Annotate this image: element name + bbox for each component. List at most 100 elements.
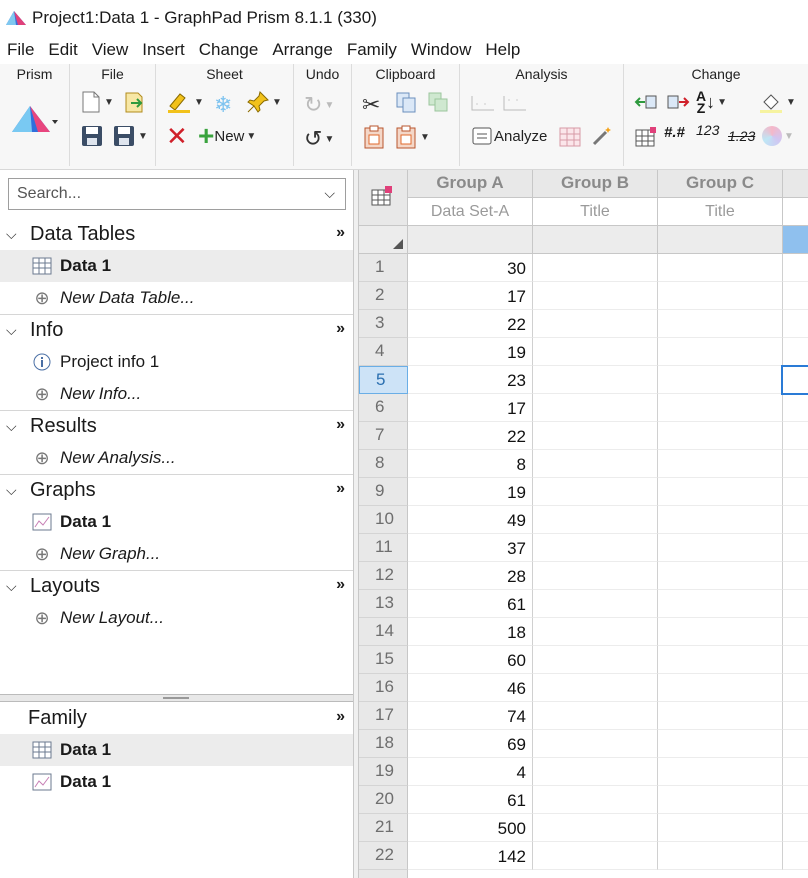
cell-group-c[interactable] — [658, 422, 783, 450]
search-input[interactable]: Search... ⌵ — [8, 178, 346, 210]
cell-group-b[interactable] — [533, 534, 658, 562]
cell-group-c[interactable] — [658, 730, 783, 758]
cell-empty-column[interactable] — [783, 338, 808, 366]
row-number[interactable]: 6 — [359, 394, 408, 422]
pin-button[interactable]: ▼ — [246, 90, 282, 114]
cell-empty-column[interactable] — [783, 506, 808, 534]
cell-group-b[interactable] — [533, 450, 658, 478]
menu-view[interactable]: View — [85, 38, 136, 64]
cell-group-c[interactable] — [658, 450, 783, 478]
chevron-down-icon[interactable]: ⌵ — [324, 185, 335, 202]
menu-arrange[interactable]: Arrange — [265, 38, 339, 64]
cell-group-a[interactable]: 18 — [408, 618, 533, 646]
cell-group-b[interactable] — [533, 786, 658, 814]
cell-empty-column[interactable] — [783, 422, 808, 450]
row-number[interactable]: 4 — [359, 338, 408, 366]
column-header-group-a[interactable]: Group A — [408, 170, 533, 198]
data-table-item[interactable]: Data 1 — [0, 250, 353, 282]
cell-group-a[interactable]: 30 — [408, 254, 533, 282]
cell-group-b[interactable] — [533, 422, 658, 450]
section-header[interactable]: ⌵ Layouts » — [0, 570, 353, 602]
cell-group-a[interactable]: 142 — [408, 842, 533, 870]
cell-group-b[interactable] — [533, 730, 658, 758]
cell-empty-column[interactable] — [783, 590, 808, 618]
cell-group-a[interactable]: 4 — [408, 758, 533, 786]
color-scheme-button[interactable]: ▼ — [762, 126, 794, 146]
sheet-corner[interactable] — [359, 170, 408, 226]
cell-group-a[interactable]: 8 — [408, 450, 533, 478]
cell-empty-column[interactable] — [783, 814, 808, 842]
row-number[interactable]: 19 — [359, 758, 408, 786]
collapse-arrow-icon[interactable]: ⌵ — [6, 322, 24, 339]
cell-group-a[interactable]: 49 — [408, 506, 533, 534]
cell-empty-column[interactable] — [783, 730, 808, 758]
number-format-button[interactable]: 123 — [696, 122, 719, 138]
cell-group-c[interactable] — [658, 814, 783, 842]
section-header[interactable]: ⌵ Data Tables » — [0, 218, 353, 250]
cell-group-c[interactable] — [658, 254, 783, 282]
column-subtitle-group-c[interactable]: Title — [658, 198, 783, 226]
cell-group-b[interactable] — [533, 282, 658, 310]
row-number[interactable]: 17 — [359, 702, 408, 730]
cell-group-b[interactable] — [533, 394, 658, 422]
cell-empty-column[interactable] — [783, 674, 808, 702]
double-chevron-icon[interactable]: » — [336, 224, 345, 242]
sort-button[interactable]: AZ ↓ ▼ — [696, 89, 727, 115]
new-layout-item[interactable]: ⊕ New Layout... — [0, 602, 353, 634]
row-number[interactable]: 11 — [359, 534, 408, 562]
double-chevron-icon[interactable]: » — [336, 416, 345, 434]
double-chevron-icon[interactable]: » — [336, 320, 345, 338]
menu-window[interactable]: Window — [404, 38, 478, 64]
cell-group-a[interactable]: 37 — [408, 534, 533, 562]
cell-group-c[interactable] — [658, 674, 783, 702]
cell-empty-column[interactable] — [783, 702, 808, 730]
cell-group-b[interactable] — [533, 618, 658, 646]
cell-group-b[interactable] — [533, 254, 658, 282]
section-header[interactable]: ⌵ Info » — [0, 314, 353, 346]
row-number[interactable]: 14 — [359, 618, 408, 646]
cell-group-a[interactable]: 19 — [408, 338, 533, 366]
menu-change[interactable]: Change — [192, 38, 266, 64]
copy-special-button[interactable] — [426, 90, 450, 114]
row-number[interactable]: 10 — [359, 506, 408, 534]
row-number[interactable]: 1 — [359, 254, 408, 282]
collapse-arrow-icon[interactable]: ⌵ — [6, 482, 24, 499]
magic-wand-button[interactable] — [590, 124, 614, 148]
cell-empty-column[interactable] — [783, 478, 808, 506]
column-header-group-b[interactable]: Group B — [533, 170, 658, 198]
cell-group-c[interactable] — [658, 702, 783, 730]
cell-group-a[interactable]: 69 — [408, 730, 533, 758]
cell-empty-column[interactable] — [783, 394, 808, 422]
cell-empty-column[interactable] — [783, 534, 808, 562]
decimal-format-button[interactable]: #.# — [664, 124, 685, 141]
column-subtitle-group-b[interactable]: Title — [533, 198, 658, 226]
save-button[interactable] — [80, 124, 104, 148]
save-as-button[interactable]: ▼ — [112, 124, 148, 148]
row-number[interactable]: 8 — [359, 450, 408, 478]
cell-group-c[interactable] — [658, 786, 783, 814]
cell-group-b[interactable] — [533, 338, 658, 366]
cell-group-a[interactable]: 22 — [408, 422, 533, 450]
cell-group-a[interactable]: 74 — [408, 702, 533, 730]
column-header-empty[interactable] — [783, 170, 808, 198]
paste-special-button[interactable]: ▼ — [394, 124, 430, 150]
menu-help[interactable]: Help — [478, 38, 527, 64]
move-right-button[interactable] — [666, 92, 690, 112]
graph-item[interactable]: Data 1 — [0, 506, 353, 538]
undo-button[interactable]: ↺ ▼ — [304, 126, 334, 152]
cell-group-a[interactable]: 60 — [408, 646, 533, 674]
row-number[interactable]: 15 — [359, 646, 408, 674]
cell-empty-column[interactable] — [783, 282, 808, 310]
column-header-group-c[interactable]: Group C — [658, 170, 783, 198]
analysis-option-2-button[interactable] — [502, 92, 528, 114]
prism-menu-button[interactable] — [10, 102, 60, 134]
menu-file[interactable]: File — [0, 38, 41, 64]
cell-empty-column[interactable] — [783, 786, 808, 814]
double-chevron-icon[interactable]: » — [336, 708, 345, 726]
row-number[interactable] — [359, 870, 408, 878]
double-chevron-icon[interactable]: » — [336, 480, 345, 498]
cell-group-b[interactable] — [533, 814, 658, 842]
cell-group-c[interactable] — [658, 366, 783, 394]
cell-group-a[interactable]: 17 — [408, 282, 533, 310]
cell-group-b[interactable] — [533, 646, 658, 674]
